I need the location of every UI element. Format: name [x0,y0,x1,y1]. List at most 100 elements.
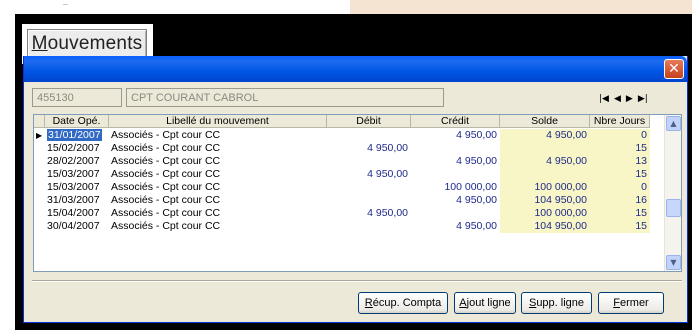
cell-solde[interactable]: 4 950,00 [500,155,590,168]
next-record-icon[interactable]: ▶ [626,94,633,104]
ajout-ligne-label: Ajout ligne [459,297,511,309]
row-indicator [34,155,45,168]
previous-record-icon[interactable]: ◀ [614,94,621,104]
cell-debit[interactable] [327,129,411,142]
window-titlebar[interactable]: ✕ [24,56,687,82]
cell-credit[interactable]: 4 950,00 [411,220,500,233]
cell-credit[interactable] [411,168,500,181]
mouvements-tab-first-letter: M [31,32,48,54]
cell-jours[interactable]: 16 [590,194,650,207]
cell-date[interactable]: 31/01/2007 [45,129,109,142]
cell-libelle[interactable]: Associés - Cpt cour CC [109,207,327,220]
table-row[interactable]: 31/03/2007 Associés - Cpt cour CC 4 950,00… [34,194,663,207]
table-row[interactable]: 15/03/2007 Associés - Cpt cour CC 4 950,00… [34,168,663,181]
cell-debit[interactable] [327,194,411,207]
fermer-button[interactable]: Fermer [598,292,664,314]
cell-debit[interactable] [327,181,411,194]
row-indicator [34,181,45,194]
table-row[interactable]: 30/04/2007 Associés - Cpt cour CC 4 950,00… [34,220,663,233]
table-row[interactable]: 15/03/2007 Associés - Cpt cour CC 100 000,… [34,181,663,194]
supp-ligne-button[interactable]: Supp. ligne [521,292,592,314]
cell-libelle[interactable]: Associés - Cpt cour CC [109,142,327,155]
table-row[interactable]: 28/02/2007 Associés - Cpt cour CC 4 950,00… [34,155,663,168]
last-record-icon[interactable]: ▶| [638,94,648,104]
cell-libelle[interactable]: Associés - Cpt cour CC [109,129,327,142]
cell-solde[interactable]: 100 000,00 [500,207,590,220]
cell-solde[interactable] [500,142,590,155]
row-indicator [34,207,45,220]
cell-libelle[interactable]: Associés - Cpt cour CC [109,181,327,194]
ajout-ligne-button[interactable]: Ajout ligne [454,292,516,314]
mouvements-tab-button[interactable]: Mouvements [27,29,147,58]
header-solde[interactable]: Solde [500,115,590,128]
cell-date[interactable]: 31/03/2007 [45,194,109,207]
cell-credit[interactable]: 100 000,00 [411,181,500,194]
cell-date[interactable]: 15/04/2007 [45,207,109,220]
chevron-up-icon[interactable]: ▲ [666,116,681,131]
header-date[interactable]: Date Opé. [45,115,109,128]
row-indicator [34,142,45,155]
cell-solde[interactable]: 100 000,00 [500,181,590,194]
cell-jours[interactable]: 0 [590,129,650,142]
cell-credit[interactable] [411,142,500,155]
cell-jours[interactable]: 0 [590,181,650,194]
movements-grid[interactable]: Date Opé. Libellé du mouvement Débit Cré… [33,114,682,272]
cell-jours[interactable]: 15 [590,168,650,181]
cell-solde[interactable]: 104 950,00 [500,220,590,233]
separator [32,280,682,282]
cell-credit[interactable]: 4 950,00 [411,155,500,168]
cell-date[interactable]: 15/02/2007 [45,142,109,155]
header-libelle[interactable]: Libellé du mouvement [109,115,327,128]
header-credit[interactable]: Crédit [411,115,500,128]
row-indicator [34,168,45,181]
record-navigator: |◀ ◀ ▶ ▶| [599,92,648,106]
grid-vertical-scrollbar[interactable]: ▲ ▼ [664,115,681,271]
account-code-field: 455130 [32,88,122,107]
cell-date[interactable]: 15/03/2007 [45,181,109,194]
close-icon[interactable]: ✕ [664,59,684,79]
scrollbar-thumb[interactable] [666,199,681,217]
row-pointer-glyph: ▶ [36,131,43,140]
cell-libelle[interactable]: Associés - Cpt cour CC [109,194,327,207]
cell-jours[interactable]: 13 [590,155,650,168]
mouvements-tab-rest: ouvements [47,32,143,54]
table-row[interactable]: ▶ 31/01/2007 Associés - Cpt cour CC 4 950,0… [34,129,663,142]
first-record-icon[interactable]: |◀ [599,94,609,104]
cell-jours[interactable]: 15 [590,142,650,155]
cell-solde[interactable]: 104 950,00 [500,194,590,207]
cell-date[interactable]: 30/04/2007 [45,220,109,233]
recup-compta-button[interactable]: Récup. Compta [358,292,448,314]
mouvements-window: ✕ 455130 CPT COURANT CABROL |◀ ◀ ▶ ▶| Da… [23,56,688,323]
chevron-down-icon[interactable]: ▼ [666,255,681,270]
cell-jours[interactable]: 15 [590,220,650,233]
cell-credit[interactable]: 4 950,00 [411,194,500,207]
cell-date[interactable]: 15/03/2007 [45,168,109,181]
cell-credit[interactable] [411,207,500,220]
row-indicator [34,220,45,233]
cell-debit[interactable]: 4 950,00 [327,207,411,220]
cell-debit[interactable] [327,155,411,168]
cell-libelle[interactable]: Associés - Cpt cour CC [109,168,327,181]
recup-compta-label: Récup. Compta [364,297,442,309]
cell-debit[interactable]: 4 950,00 [327,142,411,155]
cell-libelle[interactable]: Associés - Cpt cour CC [109,220,327,233]
cell-debit[interactable] [327,220,411,233]
grid-header: Date Opé. Libellé du mouvement Débit Cré… [34,115,663,128]
top-mark [63,4,68,5]
account-name-field: CPT COURANT CABROL [126,88,444,107]
cell-solde[interactable] [500,168,590,181]
cell-credit[interactable]: 4 950,00 [411,129,500,142]
cell-libelle[interactable]: Associés - Cpt cour CC [109,155,327,168]
cell-debit[interactable]: 4 950,00 [327,168,411,181]
cell-solde[interactable]: 4 950,00 [500,129,590,142]
header-debit[interactable]: Débit [327,115,411,128]
header-indicator [34,115,45,128]
header-jours[interactable]: Nbre Jours [590,115,650,128]
table-row[interactable]: 15/02/2007 Associés - Cpt cour CC 4 950,00… [34,142,663,155]
table-row[interactable]: 15/04/2007 Associés - Cpt cour CC 4 950,00… [34,207,663,220]
row-pointer-icon: ▶ [34,129,45,142]
cell-jours[interactable]: 15 [590,207,650,220]
cell-date[interactable]: 28/02/2007 [45,155,109,168]
fermer-label: Fermer [613,297,649,309]
row-indicator [34,194,45,207]
